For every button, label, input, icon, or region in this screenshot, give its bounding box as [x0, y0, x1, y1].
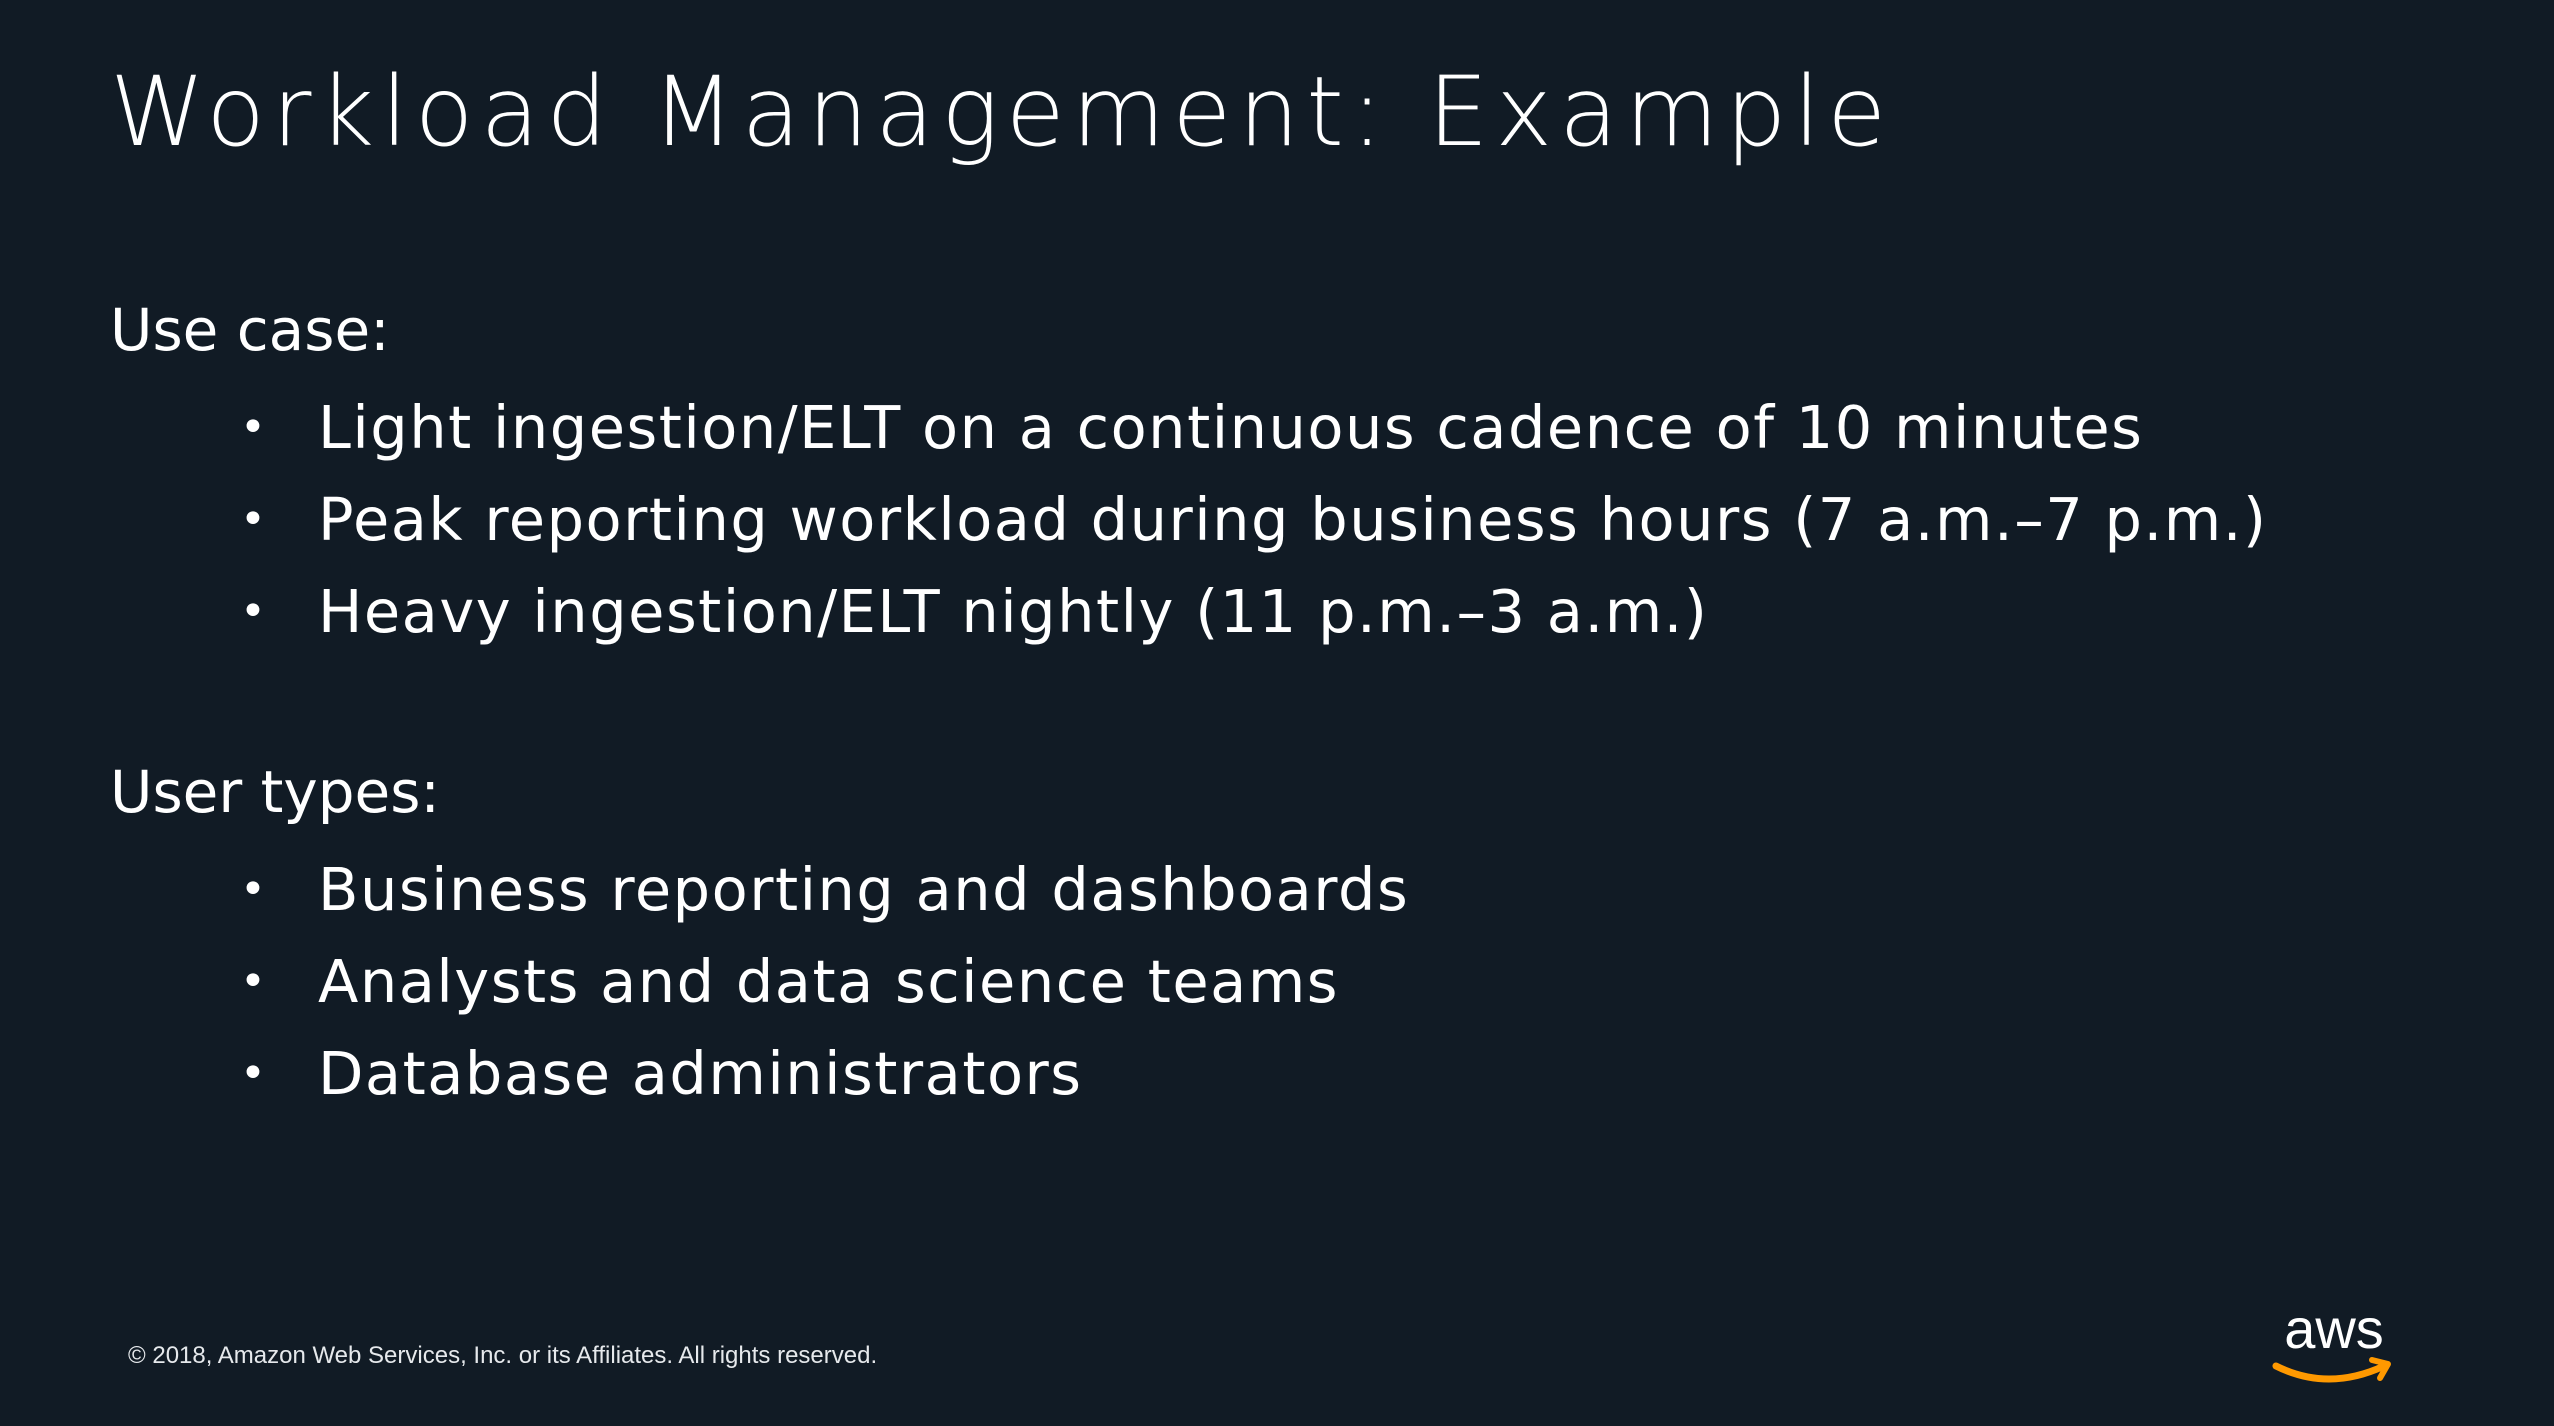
bullet-icon: •: [240, 494, 268, 545]
bullet-text: Light ingestion/ELT on a continuous cade…: [318, 393, 2144, 462]
bullet-icon: •: [240, 586, 268, 637]
aws-logo-text: aws: [2284, 1300, 2384, 1360]
bullet-text: Database administrators: [318, 1039, 1083, 1108]
list-item: • Business reporting and dashboards: [110, 844, 1409, 936]
bullet-text: Business reporting and dashboards: [318, 855, 1410, 924]
aws-logo-icon: aws: [2272, 1300, 2391, 1383]
bullet-icon: •: [240, 956, 268, 1007]
aws-smile-icon: [2272, 1362, 2388, 1383]
user-types-list: • Business reporting and dashboards • An…: [110, 844, 1409, 1120]
slide: Workload Management: Example Use case: •…: [0, 0, 2554, 1426]
bullet-icon: •: [240, 1048, 268, 1099]
list-item: • Database administrators: [110, 1028, 1409, 1120]
copyright-footer: © 2018, Amazon Web Services, Inc. or its…: [128, 1342, 878, 1369]
use-case-list: • Light ingestion/ELT on a continuous ca…: [110, 382, 2267, 658]
list-item: • Peak reporting workload during busines…: [110, 474, 2267, 566]
bullet-icon: •: [240, 402, 268, 453]
bullet-text: Heavy ingestion/ELT nightly (11 p.m.–3 a…: [318, 577, 1709, 646]
bullet-icon: •: [240, 864, 268, 915]
bullet-text: Peak reporting workload during business …: [318, 485, 2268, 554]
bullet-text: Analysts and data science teams: [318, 947, 1340, 1016]
use-case-heading: Use case:: [110, 296, 390, 364]
list-item: • Heavy ingestion/ELT nightly (11 p.m.–3…: [110, 566, 2267, 658]
user-types-heading: User types:: [110, 758, 440, 826]
use-case-section: Use case: • Light ingestion/ELT on a con…: [110, 290, 2267, 658]
list-item: • Analysts and data science teams: [110, 936, 1409, 1028]
slide-title: Workload Management: Example: [110, 56, 1894, 168]
user-types-section: User types: • Business reporting and das…: [110, 752, 1409, 1120]
list-item: • Light ingestion/ELT on a continuous ca…: [110, 382, 2267, 474]
